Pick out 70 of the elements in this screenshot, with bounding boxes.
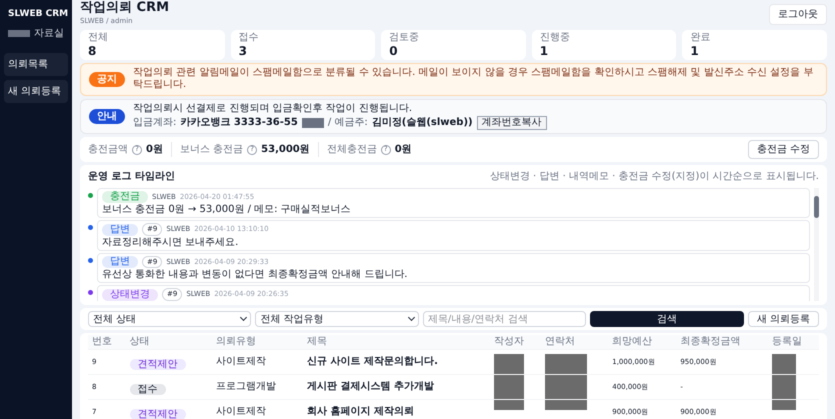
status-badge: 견적제안 [130, 408, 186, 419]
status-badge: 접수 [130, 384, 166, 395]
select-field[interactable]: 전체 상태 [88, 311, 252, 328]
redaction-block [302, 118, 324, 128]
column-header: 작성자 [490, 335, 541, 350]
balance-label: 전체충전금 [326, 143, 377, 158]
table-cell: 프로그램개발 [212, 374, 304, 400]
log-text: 보너스 충전금 0원 → 53,000원 / 메모: 구매실적보너스 [102, 205, 352, 216]
notice-text: 작업의뢰 관련 알림메일이 스팸메일함으로 분류될 수 있습니다. 메일이 보이지 않을 경우 스팸메일함을 확인하시고 스팸해제 및 발신주소 수신 설정을 부탁드립니다. [133, 66, 814, 92]
column-header: 연락처 [540, 335, 608, 350]
notice-badge: 공지 [89, 72, 125, 87]
select-field[interactable]: 전체 작업유형 [255, 311, 419, 328]
stat-label: 접수 [238, 32, 260, 43]
balance-value: 0원 [394, 143, 412, 158]
table-cell: 신규 사이트 제작문의합니다. [303, 349, 490, 374]
info-badge: 안내 [89, 109, 125, 124]
table-cell: 회사 홈페이지 제작의뢰 [303, 399, 490, 419]
new-request-button[interactable]: 새 의뢰등록 [748, 311, 819, 328]
balance-label: 보너스 충전금 [180, 143, 244, 158]
redaction-block [544, 354, 587, 410]
column-header: 의뢰유형 [212, 335, 304, 350]
log-tag: 답변 [102, 224, 138, 236]
column-header: 등록일 [768, 335, 819, 350]
logout-button[interactable]: 로그아웃 [769, 4, 827, 25]
balance-label: 충전금액 [88, 143, 128, 158]
column-header: 상태 [126, 335, 212, 350]
column-header: 희망예산 [608, 335, 676, 350]
timeline-title: 운영 로그 타임라인 [88, 170, 175, 184]
scrollbar[interactable] [814, 188, 819, 302]
stat-value: 1 [540, 44, 550, 57]
log-text: 유선상 통화한 내용과 변동이 없다면 최종확정금액 안내해 드립니다. [102, 270, 408, 280]
column-header: 번호 [88, 335, 126, 350]
page-title: 작업의뢰 CRM [80, 0, 170, 16]
stat-label: 완료 [690, 32, 712, 43]
search-field[interactable]: 제목/내용/연락처 검색 [422, 311, 586, 328]
sidebar-item[interactable]: 의뢰목록 [4, 52, 68, 76]
edit-balance-button[interactable]: 충전금 수정 [748, 140, 819, 160]
table-cell: 게시판 결제시스템 추가개발 [303, 374, 490, 400]
log-tag: 충전금 [102, 191, 148, 204]
balance-value: 53,000원 [261, 143, 310, 158]
log-tag: 상태변경 [102, 288, 158, 300]
info-text: 작업의뢰시 선결제로 진행되며 입금확인후 작업이 진행됩니다. [133, 102, 414, 116]
stat-value: 8 [88, 44, 98, 57]
stat-value: 3 [238, 44, 248, 57]
holder-label: / 예금주: [328, 116, 368, 130]
copy-button[interactable]: 계좌번호복사 [476, 116, 547, 130]
sidebar-subtitle: 자료실 [34, 26, 64, 40]
stat-value: 0 [389, 44, 399, 57]
log-text: 자료정리해주시면 보내주세요. [102, 238, 240, 248]
account-label: 입금계좌: [133, 116, 176, 130]
stat-label: 진행중 [540, 32, 571, 43]
search-button[interactable]: 검색 [590, 311, 744, 328]
sidebar-item[interactable]: 새 의뢰등록 [4, 80, 68, 102]
redaction-block [494, 354, 524, 410]
status-badge: 견적제안 [130, 358, 186, 370]
account-holder: 김미정(슬웹(slweb)) [372, 116, 473, 130]
column-header: 제목 [303, 335, 490, 350]
stat-value: 1 [690, 44, 700, 57]
stat-label: 검토중 [389, 32, 420, 43]
account-number: 카카오뱅크 3333-36-55 [180, 116, 298, 130]
redaction-block [8, 30, 30, 36]
brand-title: SLWEB CRM [7, 8, 68, 21]
redaction-block [772, 354, 796, 410]
timeline-note: 상태변경 · 답변 · 내역메모 · 충전금 수정(지정)이 시간순으로 표시됩니다. [490, 170, 819, 184]
log-tag: 답변 [102, 256, 138, 268]
table-cell: 사이트제작 [212, 349, 304, 374]
column-header: 최종확정금액 [676, 335, 768, 350]
table-cell: 사이트제작 [212, 399, 304, 419]
balance-value: 0원 [146, 143, 163, 158]
stat-label: 전체 [88, 32, 109, 43]
